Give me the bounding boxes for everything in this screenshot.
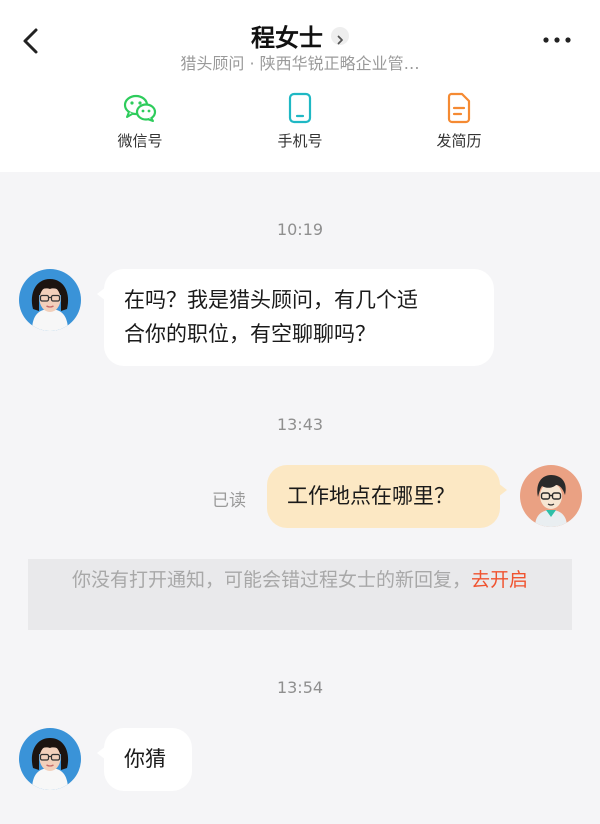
phone-icon	[288, 92, 312, 124]
contact-avatar[interactable]	[19, 269, 81, 331]
message-text: 在吗？我是猎头顾问，有几个适	[124, 288, 418, 312]
wechat-id-label: 微信号	[117, 132, 163, 150]
more-options-icon[interactable]	[540, 30, 574, 50]
contact-avatar[interactable]	[19, 728, 81, 790]
chevron-right-icon[interactable]	[331, 27, 349, 45]
enable-notifications-link[interactable]: 去开启	[471, 569, 528, 591]
send-resume-button[interactable]: 发简历	[409, 92, 509, 151]
message-text: 合你的职位，有空聊聊吗？	[124, 322, 376, 346]
read-status: 已读	[212, 491, 246, 511]
contact-name-row[interactable]: 程女士	[0, 18, 600, 53]
wechat-id-button[interactable]: 微信号	[90, 92, 190, 151]
timestamp: 13:54	[276, 678, 324, 697]
incoming-message-bubble[interactable]: 你猜	[97, 728, 192, 791]
timestamp: 10:19	[276, 220, 324, 239]
my-avatar[interactable]	[520, 465, 582, 527]
incoming-message-bubble[interactable]: 在吗？我是猎头顾问，有几个适 合你的职位，有空聊聊吗？	[97, 269, 494, 366]
notification-notice: 你没有打开通知，可能会错过程女士的新回复，去开启	[28, 559, 572, 630]
resume-icon	[447, 92, 471, 124]
chat-header: 程女士 猎头顾问 · 陕西华锐正略企业管… 微信号 手机号 发简历	[0, 0, 600, 172]
wechat-icon	[123, 94, 157, 122]
timestamp: 13:43	[276, 415, 324, 434]
phone-number-button[interactable]: 手机号	[250, 92, 350, 151]
notice-text: 你没有打开通知，可能会错过程女士的新回复，	[71, 569, 471, 591]
contact-name: 程女士	[251, 24, 323, 52]
message-text: 工作地点在哪里？	[287, 484, 455, 508]
send-resume-label: 发简历	[436, 132, 482, 150]
message-text: 你猜	[124, 747, 166, 771]
outgoing-message-bubble[interactable]: 工作地点在哪里？	[267, 465, 507, 528]
contact-subtitle: 猎头顾问 · 陕西华锐正略企业管…	[180, 54, 420, 73]
phone-number-label: 手机号	[277, 132, 323, 150]
